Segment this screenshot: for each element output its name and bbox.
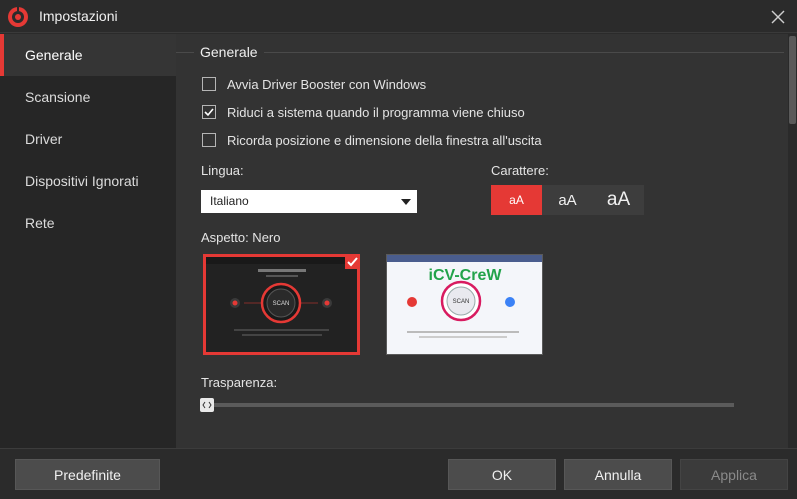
sidebar-item-label: Scansione: [25, 89, 91, 105]
section-divider: [264, 52, 784, 53]
checkbox-start-with-windows[interactable]: [202, 77, 216, 91]
ok-button[interactable]: OK: [448, 459, 556, 490]
close-icon: [771, 10, 785, 24]
scrollbar[interactable]: [788, 34, 797, 448]
theme-light-option[interactable]: SCAN iCV-CreW: [386, 254, 543, 355]
theme-dark-option[interactable]: SCAN: [203, 254, 360, 355]
light-theme-preview: SCAN iCV-CreW: [387, 255, 542, 354]
window-title: Impostazioni: [39, 8, 118, 24]
sidebar-item-label: Generale: [25, 47, 83, 63]
sidebar-item-dispositivi-ignorati[interactable]: Dispositivi Ignorati: [0, 160, 176, 202]
footer: Predefinite OK Annulla Applica: [0, 448, 797, 499]
settings-panel: Generale Avvia Driver Booster con Window…: [176, 34, 788, 448]
sidebar-item-driver[interactable]: Driver: [0, 118, 176, 160]
checkbox-remember-window[interactable]: [202, 133, 216, 147]
appearance-label: Aspetto: Nero: [201, 230, 281, 245]
font-size-large[interactable]: aA: [593, 185, 644, 215]
light-preview-scan-label: SCAN: [453, 299, 470, 305]
title-bar: Impostazioni: [0, 0, 797, 33]
dark-theme-preview: SCAN: [206, 257, 357, 352]
sidebar-item-label: Dispositivi Ignorati: [25, 173, 139, 189]
checkbox-minimize-to-tray[interactable]: [202, 105, 216, 119]
sidebar-item-rete[interactable]: Rete: [0, 202, 176, 244]
option-remember-window[interactable]: Ricorda posizione e dimensione della fin…: [202, 131, 542, 149]
close-button[interactable]: [765, 4, 791, 30]
option-label: Avvia Driver Booster con Windows: [227, 76, 427, 92]
cancel-button[interactable]: Annulla: [564, 459, 672, 490]
sidebar-item-scansione[interactable]: Scansione: [0, 76, 176, 118]
font-size-medium[interactable]: aA: [542, 185, 593, 215]
checkmark-icon: [204, 108, 214, 117]
option-label: Ricorda posizione e dimensione della fin…: [227, 132, 542, 148]
watermark-text: iCV-CreW: [429, 267, 503, 284]
font-size-small[interactable]: aA: [491, 185, 542, 215]
option-start-with-windows[interactable]: Avvia Driver Booster con Windows: [202, 75, 426, 93]
option-minimize-to-tray[interactable]: Riduci a sistema quando il programma vie…: [202, 103, 525, 121]
scrollbar-thumb[interactable]: [789, 36, 796, 124]
slider-arrows-icon: [202, 401, 212, 409]
driver-booster-logo-icon: [7, 6, 29, 28]
language-select[interactable]: Italiano: [201, 190, 417, 213]
dark-preview-scan-label: SCAN: [273, 301, 290, 307]
defaults-button[interactable]: Predefinite: [15, 459, 160, 490]
font-label: Carattere:: [491, 163, 549, 178]
language-label: Lingua:: [201, 163, 244, 178]
sidebar-item-label: Rete: [25, 215, 55, 231]
selected-check-icon: [345, 254, 360, 269]
sidebar-item-generale[interactable]: Generale: [0, 34, 176, 76]
transparency-label: Trasparenza:: [201, 375, 278, 390]
chevron-down-icon: [401, 199, 411, 205]
section-title: Generale: [200, 44, 258, 60]
transparency-slider-handle[interactable]: [200, 398, 214, 412]
section-divider: [176, 52, 194, 53]
transparency-slider-track[interactable]: [206, 403, 734, 407]
sidebar-item-label: Driver: [25, 131, 63, 147]
apply-button[interactable]: Applica: [680, 459, 788, 490]
language-value: Italiano: [210, 194, 249, 208]
option-label: Riduci a sistema quando il programma vie…: [227, 104, 525, 120]
sidebar: Generale Scansione Driver Dispositivi Ig…: [0, 34, 176, 448]
